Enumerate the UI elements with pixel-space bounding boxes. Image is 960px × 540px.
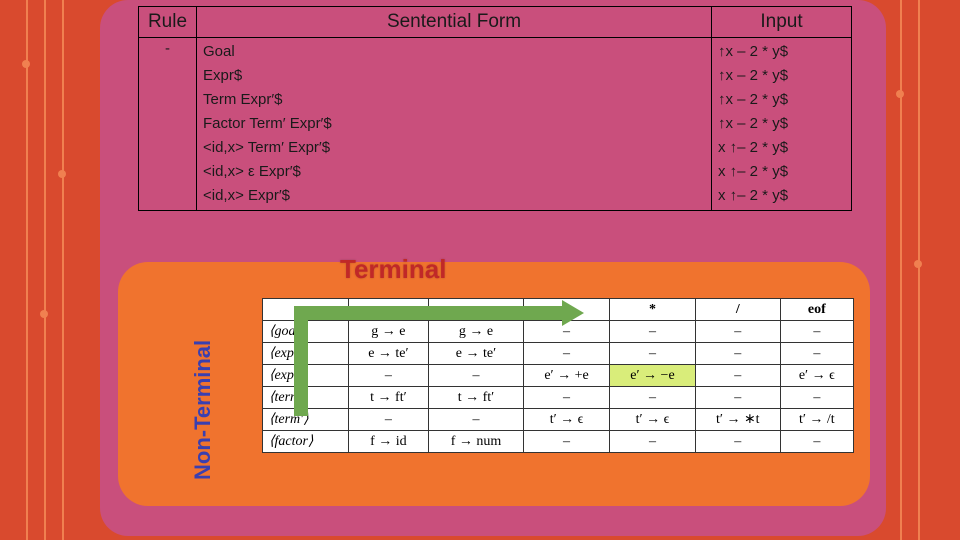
ll1-cell: t′ → ∗t (695, 409, 780, 431)
ll1-cell: e′ → +e (524, 365, 610, 387)
ll1-cell: – (348, 409, 428, 431)
ll1-row: ⟨expr⟩e → te′e → te′–––– (263, 343, 854, 365)
ll1-table: - * / eof ⟨goal⟩g → eg → e––––⟨expr⟩e → … (262, 298, 854, 453)
ll1-h4: * (610, 299, 696, 321)
ll1-header-row: - * / eof (263, 299, 854, 321)
ll1-cell: – (780, 343, 853, 365)
ll1-cell: f → id (348, 431, 428, 453)
ll1-cell: – (610, 431, 696, 453)
ll1-row-header: ⟨expr′⟩ (263, 365, 349, 387)
ll1-cell: – (695, 321, 780, 343)
ll1-cell: – (610, 321, 696, 343)
col-sentential: Sentential Form (197, 7, 712, 38)
ll1-cell: t → ft′ (428, 387, 523, 409)
ll1-row: ⟨goal⟩g → eg → e–––– (263, 321, 854, 343)
parse-trace-table: Rule Sentential Form Input - Goal Expr$ … (138, 6, 852, 211)
ll1-cell: – (780, 431, 853, 453)
ll1-cell: t′ → /t (780, 409, 853, 431)
ll1-row: ⟨term′⟩––t′ → ϵt′ → ϵt′ → ∗tt′ → /t (263, 409, 854, 431)
ll1-cell: – (428, 409, 523, 431)
rule-cell: - (139, 38, 197, 211)
ll1-cell: – (695, 431, 780, 453)
ll1-cell: – (524, 321, 610, 343)
ll1-row-header: ⟨expr⟩ (263, 343, 349, 365)
ll1-cell: g → e (428, 321, 523, 343)
nonterminal-heading: Non-Terminal (190, 340, 216, 480)
ll1-row-header: ⟨term⟩ (263, 387, 349, 409)
ll1-cell: t → ft′ (348, 387, 428, 409)
ll1-cell: g → e (348, 321, 428, 343)
ll1-cell: – (524, 343, 610, 365)
input-cell: ↑x – 2 * y$ ↑x – 2 * y$ ↑x – 2 * y$ ↑x –… (712, 38, 852, 211)
ll1-cell: t′ → ϵ (610, 409, 696, 431)
ll1-h3: - (524, 299, 610, 321)
ll1-h1 (348, 299, 428, 321)
ll1-row-header: ⟨term′⟩ (263, 409, 349, 431)
ll1-cell: – (610, 343, 696, 365)
ll1-row: ⟨term⟩t → ft′t → ft′–––– (263, 387, 854, 409)
ll1-cell: – (695, 387, 780, 409)
ll1-cell: e′ → −e (610, 365, 696, 387)
col-rule: Rule (139, 7, 197, 38)
ll1-cell: e′ → ϵ (780, 365, 853, 387)
ll1-cell: – (695, 365, 780, 387)
ll1-h2 (428, 299, 523, 321)
sentential-cell: Goal Expr$ Term Expr′$ Factor Term′ Expr… (197, 38, 712, 211)
ll1-row-header: ⟨factor⟩ (263, 431, 349, 453)
ll1-row: ⟨expr′⟩––e′ → +ee′ → −e–e′ → ϵ (263, 365, 854, 387)
ll1-cell: – (348, 365, 428, 387)
ll1-cell: – (524, 431, 610, 453)
ll1-cell: – (780, 321, 853, 343)
ll1-h5: / (695, 299, 780, 321)
ll1-cell: e → te′ (428, 343, 523, 365)
col-input: Input (712, 7, 852, 38)
ll1-row-header: ⟨goal⟩ (263, 321, 349, 343)
ll1-row: ⟨factor⟩f → idf → num–––– (263, 431, 854, 453)
ll1-cell: – (610, 387, 696, 409)
ll1-cell: f → num (428, 431, 523, 453)
ll1-cell: – (524, 387, 610, 409)
ll1-cell: t′ → ϵ (524, 409, 610, 431)
ll1-h0 (263, 299, 349, 321)
ll1-cell: – (780, 387, 853, 409)
ll1-cell: – (428, 365, 523, 387)
ll1-cell: – (695, 343, 780, 365)
ll1-h6: eof (780, 299, 853, 321)
ll1-cell: e → te′ (348, 343, 428, 365)
terminal-heading: Terminal (340, 254, 446, 285)
